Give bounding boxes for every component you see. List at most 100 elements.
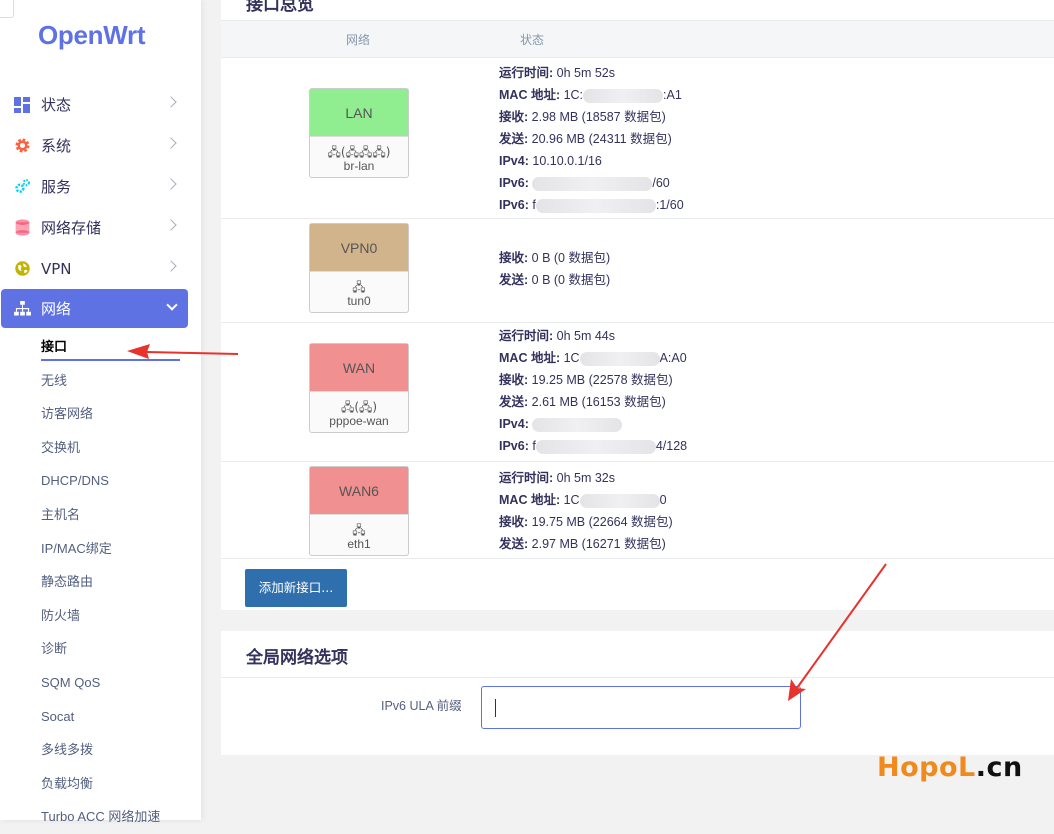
sidebar-item-label: 服务 (41, 178, 72, 196)
status-label: IPv4: (499, 154, 529, 168)
interface-name: LAN (310, 89, 408, 137)
interface-badge[interactable]: WAN6 🖧 eth1 (309, 466, 409, 556)
status-value: 0h 5m 44s (553, 329, 616, 343)
status-value: 0 B (0 数据包) (528, 251, 611, 265)
status-line: 发送: 2.61 MB (16153 数据包) (499, 391, 687, 413)
status-label: 接收: (499, 251, 529, 265)
interface-name: WAN (310, 344, 408, 392)
status-value: 0 B (0 数据包) (528, 273, 611, 287)
column-status: 状态 (520, 33, 545, 47)
submenu-item-multiwan[interactable]: 多线多拨 (0, 733, 201, 767)
redacted-blur (579, 351, 660, 366)
status-label: 发送: (499, 273, 529, 287)
main-content: 接口总览 网络 状态 LAN 🖧(🖧🖧🖧) br-lan 运行时间: 0h 5m 52… (201, 0, 1054, 820)
status-line: 接收: 19.25 MB (22578 数据包) (499, 369, 687, 391)
sidebar-item-label: 网络 (41, 300, 72, 318)
divider (221, 677, 1054, 678)
status-value-tail: 0 (659, 493, 667, 507)
interface-device: br-lan (343, 159, 375, 173)
status-label: 发送: (499, 132, 529, 146)
network-device-icon: 🖧(🖧) (340, 400, 378, 414)
status-value: f (528, 198, 536, 212)
submenu-item-ip-mac-binding[interactable]: IP/MAC绑定 (0, 532, 201, 566)
status-label: IPv4: (499, 417, 529, 431)
submenu-item-firewall[interactable]: 防火墙 (0, 599, 201, 633)
submenu-item-sqm-qos[interactable]: SQM QoS (0, 666, 201, 700)
sidebar-item-label: 系统 (41, 137, 72, 155)
add-interface-button[interactable]: 添加新接口... (245, 569, 347, 607)
status-label: MAC 地址: (499, 88, 561, 102)
submenu-item-diagnostics[interactable]: 诊断 (0, 632, 201, 666)
ula-prefix-input[interactable] (481, 686, 801, 729)
interface-device: tun0 (347, 294, 371, 308)
status-label: MAC 地址: (499, 351, 561, 365)
sidebar-item-label: VPN (41, 259, 72, 278)
sitemap-icon (13, 300, 31, 318)
interface-row-wan6: WAN6 🖧 eth1 运行时间: 0h 5m 32s MAC 地址: 1C 0 接收: 1… (221, 462, 1054, 559)
interface-status: 运行时间: 0h 5m 32s MAC 地址: 1C 0 接收: 19.75 MB (… (499, 467, 673, 555)
redacted-blur (535, 439, 656, 454)
submenu-item-static-routes[interactable]: 静态路由 (0, 565, 201, 599)
chevron-right-icon (165, 178, 177, 190)
status-label: IPv6: (499, 198, 529, 212)
redacted-blur (532, 417, 623, 432)
table-header: 网络 状态 (221, 20, 1054, 58)
status-label: 发送: (499, 395, 529, 409)
active-underline (41, 359, 180, 361)
interface-badge[interactable]: LAN 🖧(🖧🖧🖧) br-lan (309, 88, 409, 178)
chevron-right-icon (165, 260, 177, 272)
interface-row-lan: LAN 🖧(🖧🖧🖧) br-lan 运行时间: 0h 5m 52s MAC 地址: 1C… (221, 58, 1054, 219)
sidebar-item-status[interactable]: 状态 (0, 84, 201, 125)
sidebar-item-system[interactable]: 系统 (0, 125, 201, 166)
ula-prefix-label: IPv6 ULA 前缀 (381, 699, 462, 713)
interface-device: pppoe-wan (329, 414, 389, 428)
submenu-item-socat[interactable]: Socat (0, 700, 201, 734)
submenu-item-load-balancing[interactable]: 负载均衡 (0, 767, 201, 801)
submenu-item-wireless[interactable]: 无线 (0, 364, 201, 398)
status-value: f (528, 439, 536, 453)
submenu-item-hostnames[interactable]: 主机名 (0, 498, 201, 532)
submenu-item-guest-network[interactable]: 访客网络 (0, 397, 201, 431)
status-value: 1C (560, 493, 580, 507)
sidebar-item-services[interactable]: 服务 (0, 166, 201, 207)
overview-title: 接口总览 (246, 0, 314, 15)
status-value-tail: /60 (652, 176, 670, 190)
status-line: MAC 地址: 1C A:A0 (499, 347, 687, 369)
status-value: 19.25 MB (22578 数据包) (528, 373, 673, 387)
sidebar-item-network[interactable]: 网络 (1, 289, 188, 328)
network-device-icon: 🖧 (352, 523, 366, 537)
openwrt-logo[interactable]: OpenWrt (38, 20, 146, 51)
status-value: 2.98 MB (18587 数据包) (528, 110, 666, 124)
sidebar-item-label: 网络存储 (41, 219, 102, 237)
status-line: MAC 地址: 1C::A1 (499, 84, 684, 106)
global-options-panel: 全局网络选项 IPv6 ULA 前缀 (221, 631, 1054, 755)
status-line: 接收: 2.98 MB (18587 数据包) (499, 106, 684, 128)
corner-box (0, 0, 14, 18)
main-menu: 状态 系统 服务 网络存储 VPN 网络 (0, 84, 201, 328)
redacted-blur (583, 88, 664, 103)
network-device-icon: 🖧(🖧🖧🖧) (327, 145, 391, 159)
status-label: 运行时间: (499, 471, 554, 485)
status-line: IPv4: (499, 413, 687, 435)
status-label: IPv6: (499, 439, 529, 453)
globe-icon (13, 260, 31, 278)
status-line: IPv6: /60 (499, 172, 684, 194)
global-options-title: 全局网络选项 (246, 648, 348, 668)
status-line: 发送: 0 B (0 数据包) (499, 269, 610, 291)
submenu-item-dhcp-dns[interactable]: DHCP/DNS (0, 464, 201, 498)
submenu-item-switch[interactable]: 交换机 (0, 431, 201, 465)
interface-badge[interactable]: WAN 🖧(🖧) pppoe-wan (309, 343, 409, 433)
interface-badge[interactable]: VPN0 🖧 tun0 (309, 223, 409, 313)
interface-status: 运行时间: 0h 5m 52s MAC 地址: 1C::A1 接收: 2.98 MB… (499, 62, 684, 216)
network-submenu: 接口 无线 访客网络 交换机 DHCP/DNS 主机名 IP/MAC绑定 静态路… (0, 330, 201, 834)
interface-device: eth1 (347, 537, 371, 551)
submenu-item-turbo-acc[interactable]: Turbo ACC 网络加速 (0, 800, 201, 834)
dashboard-icon (13, 96, 31, 114)
sidebar-item-vpn[interactable]: VPN (0, 248, 201, 289)
gear-icon (13, 137, 31, 155)
sidebar-item-nas[interactable]: 网络存储 (0, 207, 201, 248)
status-value: 0h 5m 52s (553, 66, 616, 80)
interface-name: WAN6 (310, 467, 408, 515)
interface-row-wan: WAN 🖧(🖧) pppoe-wan 运行时间: 0h 5m 44s MAC 地址: 1… (221, 323, 1054, 462)
submenu-item-interfaces[interactable]: 接口 (0, 330, 201, 364)
